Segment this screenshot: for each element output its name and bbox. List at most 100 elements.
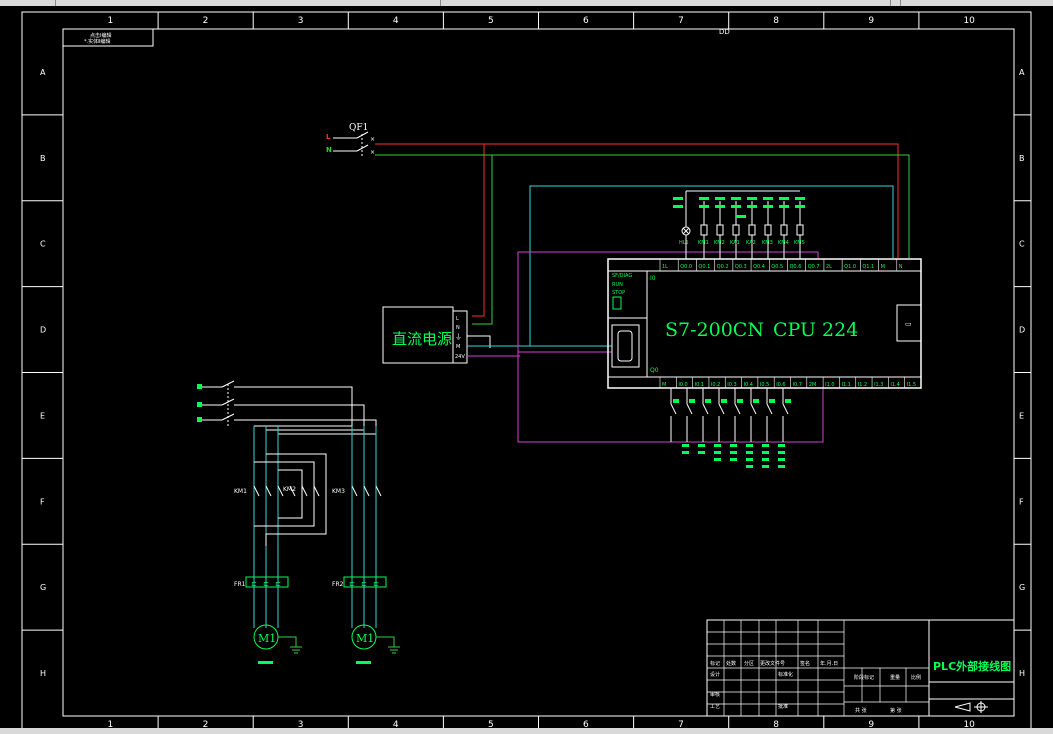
- svg-text:⊏: ⊏: [275, 580, 281, 588]
- wire-neutral-psu: [472, 155, 493, 325]
- plc-bottom-terminal: 2M: [809, 382, 817, 388]
- drawing-title: PLC外部接线图: [933, 659, 1011, 673]
- svg-text:⊏: ⊏: [361, 580, 367, 588]
- plc-top-terminal: Q1.0: [844, 264, 856, 270]
- title-block-cell: 签名: [800, 660, 810, 667]
- svg-text:⊏: ⊏: [349, 580, 355, 588]
- outer-frame: [21, 11, 1032, 728]
- title-block-cell: 标准化: [778, 671, 793, 678]
- relay-coil-icon: [764, 224, 772, 236]
- row-label-left: G: [40, 583, 46, 592]
- grid-column-labels: 1 1 2 2 3 3 4 4 5 5 6 6 7 7 8 8 9 9 10 10: [108, 16, 976, 728]
- row-label-right: H: [1019, 669, 1025, 678]
- relay-label: KM5: [794, 240, 805, 246]
- plc-top-terminal: Q0.4: [753, 264, 765, 270]
- plc-top-terminal: Q0.2: [717, 264, 729, 270]
- contactor-contact-icon: [265, 485, 272, 497]
- plc-bottom-terminal: I0.3: [727, 382, 736, 388]
- input-switch-icon: [782, 403, 789, 415]
- svg-text:×: ×: [370, 136, 375, 143]
- plc-bottom-terminal: M: [662, 382, 666, 388]
- contactor-contact-icon: [375, 485, 382, 497]
- row-label-left: C: [40, 240, 46, 249]
- plc-bottom-terminal: I0.2: [711, 382, 720, 388]
- plc-top-terminal: 2L: [826, 264, 832, 270]
- plc-status-sf: SF/DIAG: [612, 273, 632, 279]
- plc-output-devices[interactable]: HL1 KM1 KM2 KA1 KA2 KM3 KM4 KM5: [673, 190, 805, 259]
- contactor-label-km2: KM2: [283, 486, 296, 493]
- plc-bottom-terminal: I1.3: [874, 382, 883, 388]
- col-label-top: 2: [203, 16, 209, 26]
- dc-power-supply[interactable]: 直流电源 L N ⏚ M 24V: [382, 306, 468, 364]
- input-switch-icon: [766, 403, 773, 415]
- plc-bottom-terminal: I0.1: [695, 382, 704, 388]
- plc-top-terminal: N: [899, 264, 903, 270]
- plc-input-devices[interactable]: [670, 388, 791, 468]
- plc-top-terminals: 1L Q0.0 Q0.1 Q0.2 Q0.3 Q0.4 Q0.5 Q0.6 Q0.7 2L Q1.0…: [659, 259, 903, 271]
- title-block-cell: 重量: [890, 674, 900, 681]
- row-label-right: E: [1019, 411, 1024, 420]
- col-label-bottom: 6: [583, 720, 589, 728]
- input-switch-icon: [670, 403, 677, 415]
- row-label-right: A: [1019, 68, 1025, 77]
- plc-cpu: CPU 224: [773, 319, 858, 341]
- plc-top-terminal: Q0.0: [680, 264, 692, 270]
- relay-label: KM1: [698, 240, 709, 246]
- title-block-cell: 处数: [726, 660, 736, 667]
- relay-coil-icon: [796, 224, 804, 236]
- row-label-right: D: [1019, 326, 1025, 335]
- plc-top-terminal: Q0.6: [790, 264, 802, 270]
- plc-port-icon: ▭: [905, 320, 912, 328]
- plc-bottom-terminal: I1.4: [890, 382, 899, 388]
- relay-coil-icon: [732, 224, 740, 236]
- col-label-bottom: 8: [773, 720, 779, 728]
- plc-bottom-terminal: I0.4: [744, 382, 753, 388]
- window-status-strip: [0, 728, 1053, 734]
- plc-top-terminal: Q1.1: [862, 264, 874, 270]
- contactor-contact-icon: [351, 485, 358, 497]
- relay-label: KM4: [778, 240, 789, 246]
- relay-label: KA1: [730, 240, 740, 246]
- title-block-cell: 审核: [710, 691, 720, 698]
- col-label-bottom: 7: [678, 720, 684, 728]
- breaker-qf1[interactable]: QF1 L N × ×: [326, 123, 375, 156]
- plc-bottom-terminal: I0.6: [776, 382, 785, 388]
- corner-label-line1: 点击Ⅰ编辑: [90, 32, 111, 39]
- relay-label: KM3: [762, 240, 773, 246]
- row-label-right: G: [1019, 583, 1025, 592]
- relay-label: KA2: [746, 240, 756, 246]
- psu-title: 直流电源: [392, 330, 452, 348]
- psu-terminal-l: L: [456, 316, 459, 322]
- row-label-left: D: [40, 326, 46, 335]
- plc-top-terminal: Q0.1: [698, 264, 710, 270]
- plc-model: S7-200CN: [665, 319, 764, 341]
- wire-live-psu: [472, 144, 485, 317]
- svg-text:⊏: ⊏: [263, 580, 269, 588]
- motor-circuits[interactable]: KM1 ⊏ ⊏ ⊏ FR1 M1 KM3 ⊏ ⊏ ⊏ FR2 M1 KM2: [234, 386, 400, 664]
- col-label-top: 9: [868, 16, 874, 26]
- plc-top-terminal: M: [881, 264, 885, 270]
- main-supply-switch[interactable]: [197, 380, 235, 428]
- row-label-left: H: [40, 669, 46, 678]
- plc-top-terminal: Q0.3: [735, 264, 747, 270]
- title-block-cell: 第 张: [890, 707, 902, 714]
- row-label-left: E: [40, 411, 45, 420]
- col-label-bottom: 9: [868, 720, 874, 728]
- cad-drawing-canvas[interactable]: 1122334455667788991010 A AB BC CD DE EF FG GH H …: [0, 6, 1053, 728]
- title-block-cell: 共 张: [855, 707, 867, 714]
- plc-top-terminal: Q0.7: [808, 264, 820, 270]
- lamp-label: HL1: [679, 240, 689, 246]
- col-label-top: 10: [963, 16, 975, 26]
- col-label-top: 7: [678, 16, 684, 26]
- psu-terminal-24v: 24V: [455, 354, 465, 360]
- plc-side-top: I0: [650, 275, 656, 282]
- motor-label: M1: [258, 632, 276, 645]
- col-label-top: 6: [583, 16, 589, 26]
- plc-module[interactable]: SF/DIAG RUN STOP I0 Q0 S7-200CN CPU 224 …: [607, 258, 922, 389]
- title-block-cell: 比例: [911, 674, 921, 681]
- title-block-cell: 阶段标记: [854, 674, 874, 681]
- plc-bottom-terminal: I1.1: [841, 382, 850, 388]
- overload-label: FR2: [332, 581, 344, 588]
- col-label-bottom: 2: [203, 720, 209, 728]
- relay-coil-icon: [700, 224, 708, 236]
